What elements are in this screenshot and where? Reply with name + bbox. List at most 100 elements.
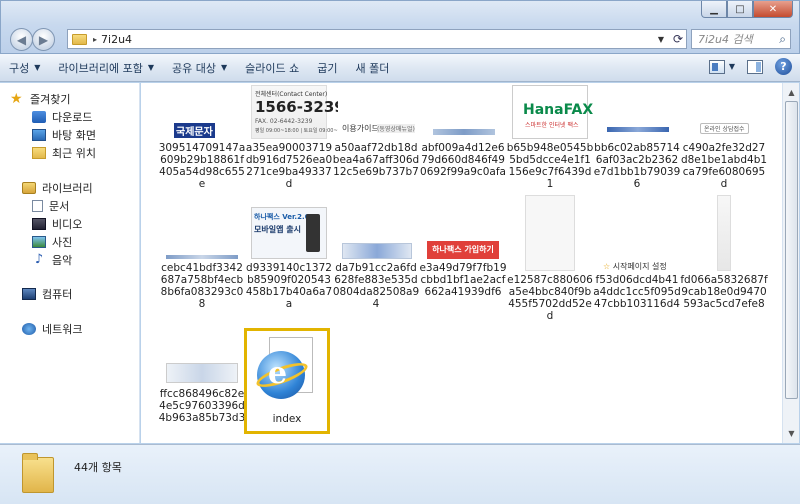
sidebar-label: 다운로드 xyxy=(52,111,93,124)
share-with-label: 공유 대상 xyxy=(172,61,217,75)
sidebar-label: 네트워크 xyxy=(42,323,83,336)
music-icon: ♪ xyxy=(34,252,44,267)
sidebar-label: 음악 xyxy=(52,254,73,267)
thumbnail-text: 이용가이드 xyxy=(342,124,379,133)
file-item[interactable]: e12587c880606a5e4bbc840f9b455f5702dd52ed xyxy=(506,195,594,322)
sidebar-item-libraries[interactable]: 라이브러리 xyxy=(22,180,93,196)
star-icon: ★ xyxy=(10,91,23,107)
file-item[interactable]: 전체센터(Contact Center) 1566-3239 FAX. 02-6… xyxy=(245,85,352,190)
thumbnail-text: 스마트한 인터넷 팩스 xyxy=(525,122,579,129)
file-thumbnail xyxy=(164,329,240,385)
title-bar: ▁ □ ✕ ◀ ▶ ▸ 7i2u4 ▼ ⟳ 7i2u4 검색 ⌕ xyxy=(0,0,800,54)
command-bar: 구성 ▼ 라이브러리에 포함 ▼ 공유 대상 ▼ 슬라이드 쇼 굽기 새 폴더 ▼ ? xyxy=(0,54,800,82)
thumbnail-text: 전체센터(Contact Center) xyxy=(255,91,328,98)
sidebar-item-documents[interactable]: 문서 xyxy=(32,198,69,214)
search-icon[interactable]: ⌕ xyxy=(779,32,786,47)
sidebar-label: 라이브러리 xyxy=(42,182,93,195)
sidebar-item-music[interactable]: ♪ 음악 xyxy=(32,252,72,268)
file-item[interactable]: bb6c02ab857146af03ac2b2362e7d1bb1b790396 xyxy=(593,85,681,190)
chevron-down-icon[interactable]: ▼ xyxy=(658,35,664,44)
file-item[interactable]: cebc41bdf3342687a758bf4ecb8b6fa083293c08 xyxy=(158,195,246,310)
sidebar-item-network[interactable]: 네트워크 xyxy=(22,321,82,337)
organize-label: 구성 xyxy=(9,61,30,75)
sidebar-label: 문서 xyxy=(49,200,70,213)
vertical-scrollbar[interactable]: ▲ ▼ xyxy=(782,83,799,443)
sidebar-label: 즐겨찾기 xyxy=(30,93,71,106)
file-item[interactable]: ☆ 시작페이지 설정 f53d06dcd4b41a4ddc1cc5f095d47… xyxy=(593,195,681,310)
file-item[interactable]: 국제문자 309514709147a609b29b18861f405a54d98… xyxy=(158,85,246,190)
file-item[interactable]: 하나팩스 Ver.2.6 모바일앱 출시 d9339140c1372b85909… xyxy=(245,195,333,310)
change-view-icon[interactable] xyxy=(708,59,725,74)
breadcrumb-current[interactable]: 7i2u4 xyxy=(101,33,132,46)
refresh-icon[interactable]: ⟳ xyxy=(673,32,683,46)
thumbnail-banner xyxy=(607,127,669,132)
chevron-down-icon[interactable]: ▼ xyxy=(729,62,735,71)
help-icon[interactable]: ? xyxy=(775,58,792,75)
minimize-button[interactable]: ▁ xyxy=(701,1,727,18)
file-thumbnail xyxy=(425,85,501,139)
video-icon xyxy=(32,218,46,230)
scrollbar-thumb[interactable] xyxy=(785,101,798,399)
forward-button[interactable]: ▶ xyxy=(32,28,55,51)
sidebar-item-desktop[interactable]: 바탕 화면 xyxy=(32,127,96,143)
preview-pane-icon[interactable] xyxy=(747,59,763,74)
folder-icon xyxy=(22,453,54,493)
sidebar-item-computer[interactable]: 컴퓨터 xyxy=(22,286,72,302)
thumbnail-text: FAX. 02-6442-3239 xyxy=(255,118,313,125)
file-item[interactable]: 온라인 상담접수 c490a2fe32d27d8e1be1abd4b1ca79f… xyxy=(680,85,768,190)
sidebar-item-downloads[interactable]: 다운로드 xyxy=(32,109,92,125)
document-icon xyxy=(32,200,43,212)
scroll-down-icon[interactable]: ▼ xyxy=(783,426,800,441)
new-folder-button[interactable]: 새 폴더 xyxy=(347,54,399,82)
sidebar-item-videos[interactable]: 비디오 xyxy=(32,216,82,232)
file-name: b65b948e0545b5bd5dcce4e1f1156e9c7f6439d1 xyxy=(506,142,594,190)
sidebar-label: 최근 위치 xyxy=(52,147,96,160)
thumbnail-text: HanaFAX xyxy=(523,102,594,118)
thumbnail-text: 하나팩스 가입하기 xyxy=(427,241,499,259)
file-item[interactable]: fd066a5832687f9cab18e0d9470593ac5cd7efe8 xyxy=(680,195,768,310)
file-thumbnail xyxy=(338,195,414,259)
sidebar-label: 사진 xyxy=(52,236,73,249)
back-button[interactable]: ◀ xyxy=(10,28,33,51)
thumbnail-banner xyxy=(166,363,238,383)
file-thumbnail: 전체센터(Contact Center) 1566-3239 FAX. 02-6… xyxy=(251,85,352,139)
navigation-pane: ★ 즐겨찾기 다운로드 바탕 화면 최근 위치 라이브러리 문서 비디오 사진 ♪… xyxy=(0,83,140,443)
chevron-down-icon: ▼ xyxy=(34,63,41,72)
sidebar-label: 바탕 화면 xyxy=(52,129,96,142)
search-input[interactable]: 7i2u4 검색 ⌕ xyxy=(691,29,791,49)
chevron-down-icon: ▼ xyxy=(147,63,155,72)
address-bar[interactable]: ▸ 7i2u4 ▼ ⟳ xyxy=(67,29,687,49)
sidebar-item-pictures[interactable]: 사진 xyxy=(32,234,72,250)
file-name: a50aaf72db18dbea4a67aff306d12c5e69b737b7 xyxy=(332,142,420,178)
sidebar-item-favorites[interactable]: ★ 즐겨찾기 xyxy=(10,91,70,107)
star-icon: ☆ xyxy=(603,262,611,271)
breadcrumb-separator[interactable]: ▸ xyxy=(93,35,97,44)
file-thumbnail xyxy=(599,85,675,139)
sidebar-label: 비디오 xyxy=(52,218,83,231)
organize-menu[interactable]: 구성 ▼ xyxy=(0,54,49,82)
thumbnail-text: (동영상매뉴얼) xyxy=(377,124,415,133)
file-item[interactable]: abf009a4d12e679d660d846f490692f99a9c0afa xyxy=(419,85,507,178)
share-with-menu[interactable]: 공유 대상 ▼ xyxy=(163,54,236,82)
file-name: abf009a4d12e679d660d846f490692f99a9c0afa xyxy=(420,142,506,178)
slideshow-button[interactable]: 슬라이드 쇼 xyxy=(236,54,308,82)
scroll-up-icon[interactable]: ▲ xyxy=(783,85,800,100)
burn-button[interactable]: 굽기 xyxy=(308,54,346,82)
file-name: index xyxy=(272,413,302,425)
file-item-selected[interactable]: e index xyxy=(244,328,330,434)
file-item[interactable]: ffcc868496c82e4e5c97603396d4b963a85b73d3 xyxy=(158,329,246,424)
file-item[interactable]: 하나팩스 가입하기 e3a49d79f7fb19cbbd1bf1ae2acf66… xyxy=(419,195,507,298)
file-name: cebc41bdf3342687a758bf4ecb8b6fa083293c08 xyxy=(160,262,244,310)
file-item[interactable]: da7b91cc2a6fd628fe883e535d0804da82508a94 xyxy=(332,195,420,310)
file-name: c490a2fe32d27d8e1be1abd4b1ca79fe6080695d xyxy=(680,142,768,190)
file-item[interactable]: HanaFAX 스마트한 인터넷 팩스 b65b948e0545b5bd5dcc… xyxy=(506,85,594,190)
include-library-menu[interactable]: 라이브러리에 포함 ▼ xyxy=(49,54,163,82)
maximize-button[interactable]: □ xyxy=(727,1,753,18)
downloads-icon xyxy=(32,111,46,123)
sidebar-item-recent[interactable]: 최근 위치 xyxy=(32,145,96,161)
close-button[interactable]: ✕ xyxy=(753,1,793,18)
file-thumbnail xyxy=(164,195,240,259)
file-item[interactable]: 이용가이드 (동영상매뉴얼) a50aaf72db18dbea4a67aff30… xyxy=(332,85,420,178)
file-thumbnail: ☆ 시작페이지 설정 xyxy=(599,195,675,271)
details-pane: 44개 항목 xyxy=(0,444,800,504)
